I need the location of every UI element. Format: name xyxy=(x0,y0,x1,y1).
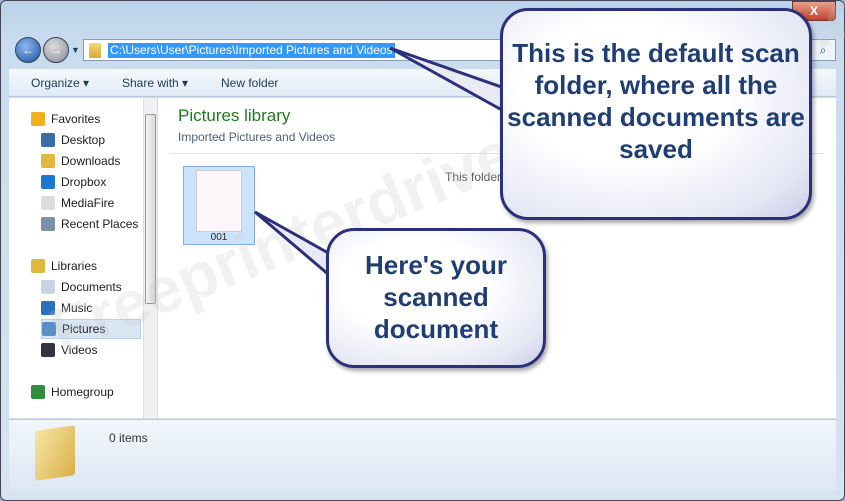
callout-scan-folder: This is the default scan folder, where a… xyxy=(500,8,812,220)
callout-tail-scanned-document xyxy=(254,210,337,284)
callout-scanned-document: Here's your scanned document xyxy=(326,228,546,368)
